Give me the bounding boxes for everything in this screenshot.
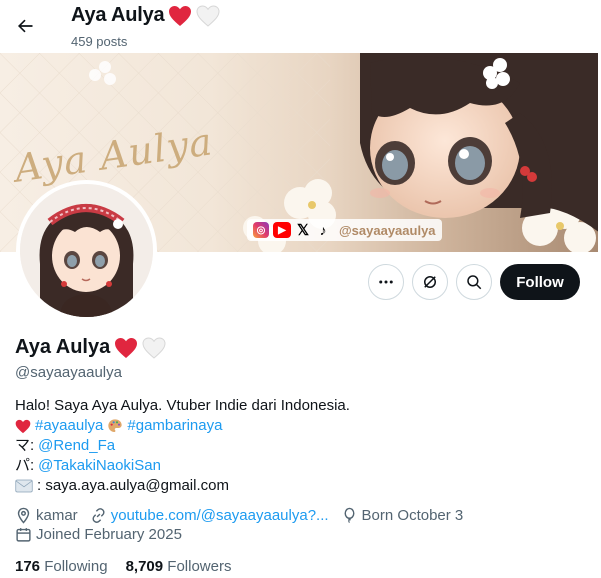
posts-count: 459 posts bbox=[71, 34, 128, 49]
grok-icon bbox=[424, 276, 436, 288]
joined-item: Joined February 2025 bbox=[15, 526, 182, 543]
banner-socials: ◎ ▶ 𝕏 ♪ @sayaayaaulya bbox=[247, 219, 442, 241]
birthday-item: Born October 3 bbox=[341, 507, 464, 524]
avatar[interactable] bbox=[16, 180, 157, 321]
location-pin-icon bbox=[17, 507, 30, 524]
avatar-image bbox=[20, 184, 153, 317]
tiktok-icon: ♪ bbox=[319, 222, 327, 238]
bio-line-papa: パ: @TakakiNaokiSan bbox=[15, 456, 350, 476]
more-icon bbox=[379, 280, 393, 284]
follow-stats: 176 Following 8,709 Followers bbox=[15, 558, 231, 575]
youtube-icon: ▶ bbox=[273, 222, 291, 238]
envelope-icon bbox=[15, 479, 33, 493]
hashtag-link[interactable]: #ayaaulya bbox=[35, 416, 103, 436]
bio-line-mama: マ: @Rend_Fa bbox=[15, 436, 350, 456]
grok-button[interactable] bbox=[412, 264, 448, 300]
bio-line-email: : saya.aya.aulya@gmail.com bbox=[15, 476, 350, 496]
palette-icon bbox=[108, 419, 123, 432]
white-heart-icon bbox=[196, 4, 220, 27]
follow-button[interactable]: Follow bbox=[500, 264, 580, 300]
birthday-text: Born October 3 bbox=[361, 507, 464, 524]
hashtag-link[interactable]: #gambarinaya bbox=[127, 416, 222, 436]
papa-prefix: パ: bbox=[15, 457, 35, 474]
followers-link[interactable]: 8,709 Followers bbox=[126, 558, 232, 575]
balloon-icon bbox=[344, 507, 355, 523]
display-name: Aya Aulya bbox=[15, 336, 111, 358]
papa-mention-link[interactable]: @TakakiNaokiSan bbox=[38, 456, 161, 476]
more-button[interactable] bbox=[368, 264, 404, 300]
following-count: 176 bbox=[15, 558, 41, 575]
red-heart-icon bbox=[15, 419, 31, 433]
red-heart-icon bbox=[115, 337, 138, 358]
instagram-icon: ◎ bbox=[253, 222, 269, 238]
followers-label: Followers bbox=[167, 558, 232, 575]
followers-count: 8,709 bbox=[125, 558, 164, 575]
profile-handle: @sayaayaaulya bbox=[15, 364, 122, 381]
email-text: : saya.aya.aulya@gmail.com bbox=[37, 477, 229, 494]
white-heart-icon bbox=[142, 336, 166, 359]
calendar-icon bbox=[16, 528, 31, 542]
link-icon bbox=[92, 508, 105, 523]
search-button[interactable] bbox=[456, 264, 492, 300]
red-heart-icon bbox=[169, 5, 192, 26]
following-link[interactable]: 176 Following bbox=[15, 558, 108, 575]
mama-prefix: マ: bbox=[15, 437, 35, 454]
location-text: kamar bbox=[36, 507, 78, 524]
following-label: Following bbox=[44, 558, 108, 575]
header-title: Aya Aulya bbox=[71, 4, 165, 26]
top-bar: Aya Aulya 459 posts bbox=[0, 0, 601, 53]
back-button[interactable] bbox=[8, 9, 42, 43]
mama-mention-link[interactable]: @Rend_Fa bbox=[38, 436, 115, 456]
x-icon: 𝕏 bbox=[296, 222, 310, 239]
website-item: youtube.com/@sayaayaaulya?... bbox=[90, 507, 329, 524]
profile-bio: Halo! Saya Aya Aulya. Vtuber Indie dari … bbox=[15, 396, 350, 496]
profile-name-row: Aya Aulya bbox=[15, 336, 166, 359]
website-link[interactable]: youtube.com/@sayaayaaulya?... bbox=[111, 507, 329, 524]
arrow-left-icon bbox=[18, 19, 33, 33]
joined-text: Joined February 2025 bbox=[36, 526, 182, 543]
location-item: kamar bbox=[15, 507, 78, 524]
banner-social-handle: @sayaayaaulya bbox=[339, 222, 436, 238]
bio-intro-text: Halo! Saya Aya Aulya. Vtuber Indie dari … bbox=[15, 397, 350, 414]
bio-line-intro: Halo! Saya Aya Aulya. Vtuber Indie dari … bbox=[15, 396, 350, 416]
profile-meta: kamar youtube.com/@sayaayaaulya?... Born… bbox=[15, 507, 471, 524]
search-icon bbox=[467, 275, 482, 290]
bio-line-hashtags: #ayaaulya #gambarinaya bbox=[15, 416, 350, 436]
header-title-row: Aya Aulya bbox=[71, 4, 220, 27]
